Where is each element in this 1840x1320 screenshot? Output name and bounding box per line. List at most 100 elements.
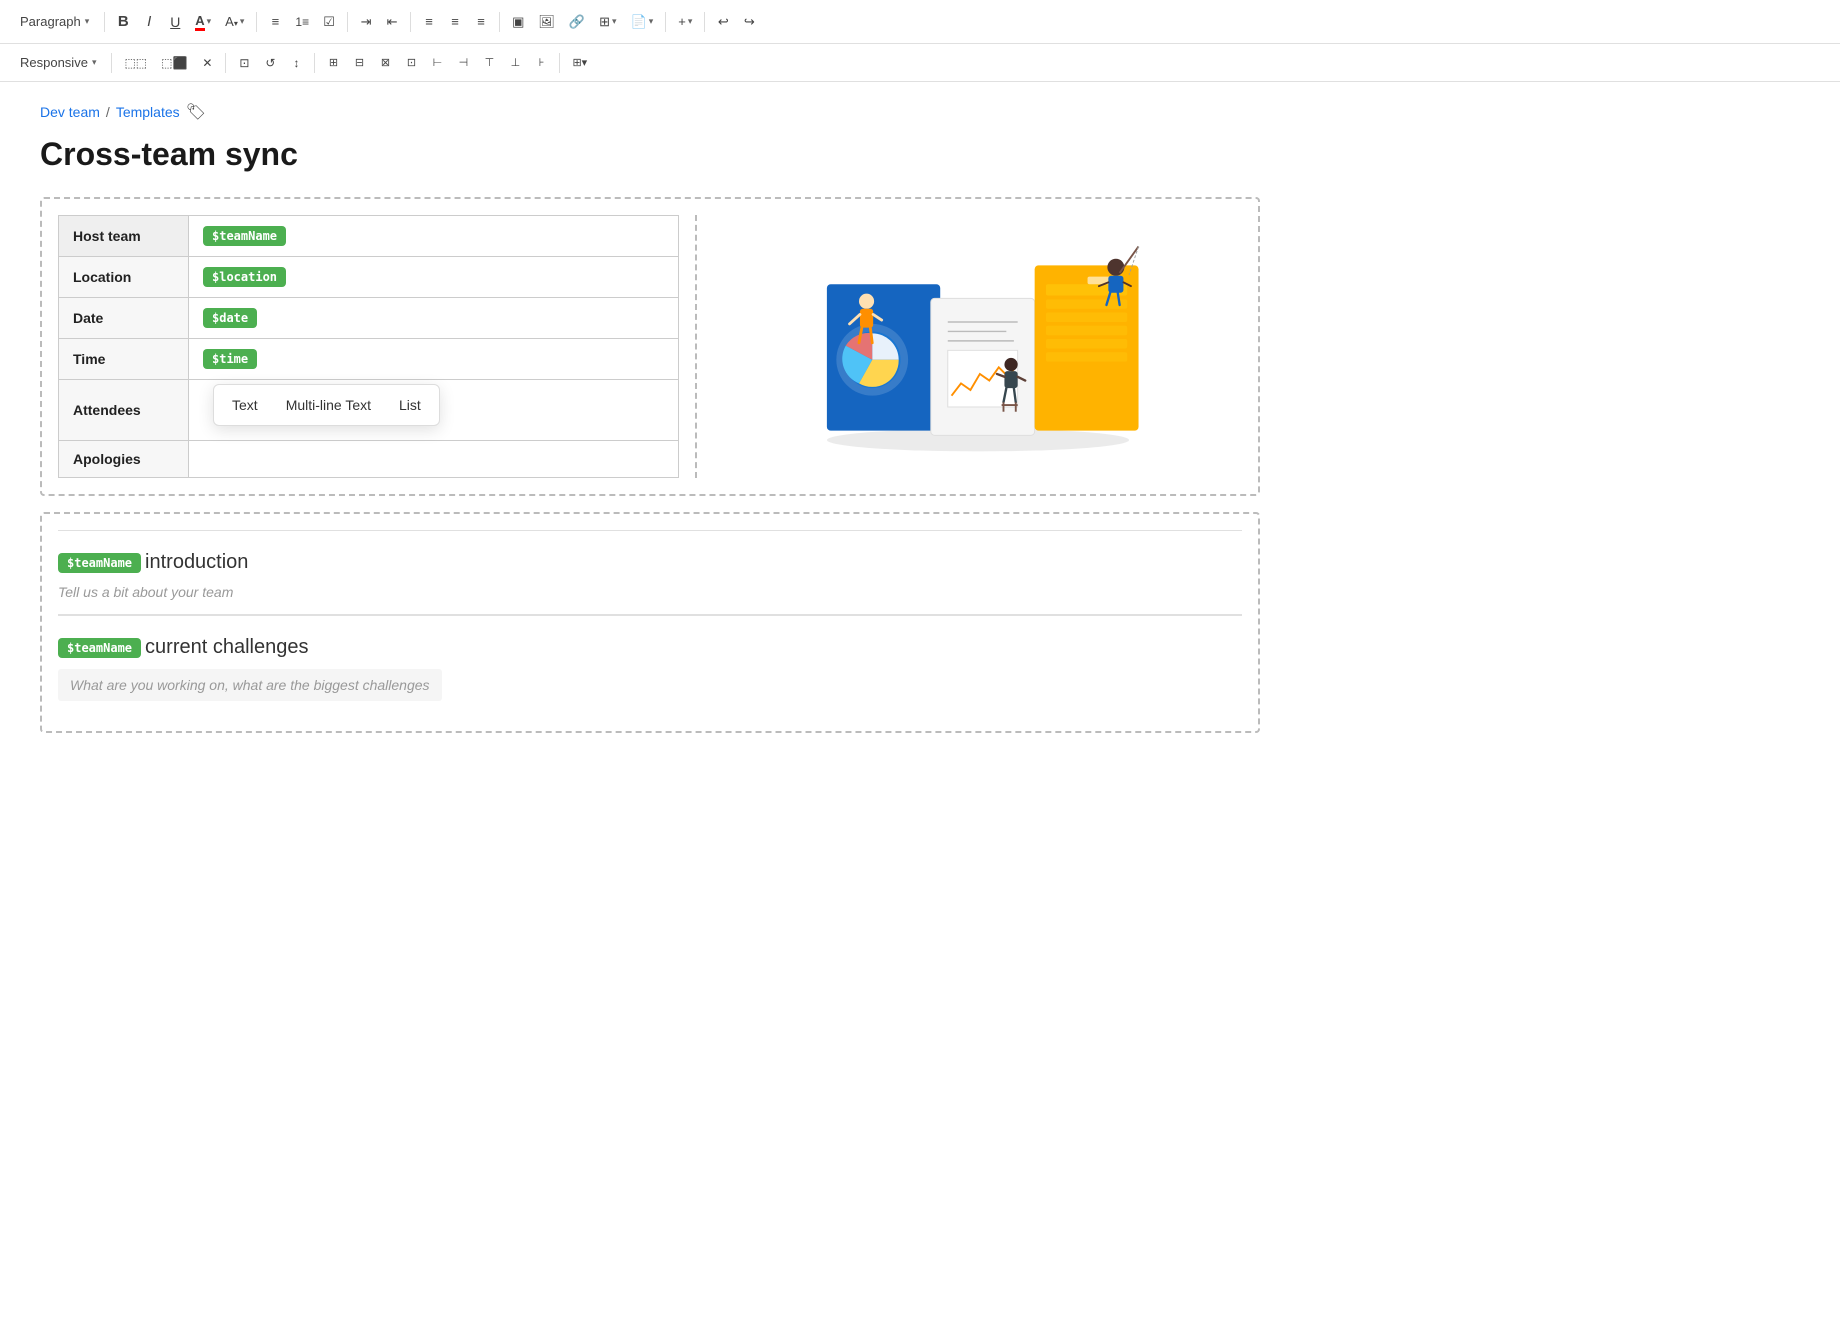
col-btn-3[interactable]: ⊠ — [374, 50, 396, 76]
badge-teamname-1[interactable]: $teamName — [203, 226, 286, 246]
breadcrumb-parent-link[interactable]: Dev team — [40, 104, 100, 120]
highlight-chevron: ▾ — [240, 16, 245, 27]
align-center-icon: ≡ — [451, 14, 459, 29]
breadcrumb: Dev team / Templates 🏷 — [40, 102, 1260, 122]
col-icon-1: ⊞ — [329, 56, 338, 69]
col-btn-5[interactable]: ⊢ — [426, 50, 448, 76]
illustration — [808, 237, 1148, 457]
table-value-date[interactable]: $date — [189, 298, 679, 339]
table-value-time[interactable]: $time — [189, 339, 679, 380]
italic-button[interactable]: I — [138, 9, 160, 35]
table-button[interactable]: ⊞ ▾ — [594, 9, 621, 35]
font-color-icon: A — [195, 13, 204, 31]
bullet-list-icon: ≡ — [272, 14, 280, 29]
table-label-time: Time — [59, 339, 189, 380]
col-icon-6: ⊣ — [459, 56, 469, 69]
divider-1 — [104, 12, 105, 32]
block-quote-button[interactable]: ▣ — [507, 9, 529, 35]
insert-button[interactable]: + ▾ — [673, 9, 697, 35]
info-table: Host team $teamName Location $location — [58, 215, 679, 478]
table-value-hostteam[interactable]: $teamName — [189, 216, 679, 257]
challenges-placeholder[interactable]: What are you working on, what are the bi… — [58, 669, 442, 701]
bold-button[interactable]: B — [112, 9, 134, 35]
paragraph-select[interactable]: Paragraph ▾ — [12, 9, 97, 35]
responsive-label: Responsive — [20, 55, 88, 70]
badge-teamname-intro[interactable]: $teamName — [58, 553, 141, 573]
redo-button[interactable]: ↪ — [738, 9, 760, 35]
breadcrumb-current-link[interactable]: Templates — [116, 104, 180, 120]
indent-increase-button[interactable]: ⇥ — [355, 9, 377, 35]
divider-5 — [499, 12, 500, 32]
bullet-list-button[interactable]: ≡ — [264, 9, 286, 35]
layout-btn-3[interactable]: ✕ — [196, 50, 218, 76]
layout-btn-2[interactable]: ⬚⬛ — [156, 50, 192, 76]
more-options-icon: ⊞▾ — [572, 56, 587, 69]
more-options-btn[interactable]: ⊞▾ — [567, 50, 592, 76]
layout-icon-6: ↕ — [293, 56, 299, 70]
table-chevron: ▾ — [612, 16, 617, 27]
intro-title-suffix: introduction — [145, 551, 248, 574]
intro-placeholder[interactable]: Tell us a bit about your team — [58, 584, 1242, 600]
table-value-apologies[interactable] — [189, 441, 679, 478]
numbered-list-icon: 1≡ — [295, 15, 309, 29]
table-label-attendees: Attendees — [59, 380, 189, 441]
popup-item-list[interactable]: List — [385, 391, 435, 419]
col-btn-8[interactable]: ⊥ — [504, 50, 526, 76]
toolbar-top: Paragraph ▾ B I U A ▾ A▾ ▾ ≡ 1≡ ☑ ⇥ ⇤ ≡ … — [0, 0, 1840, 44]
intro-header: $teamName introduction — [58, 551, 1242, 574]
table-icon: ⊞ — [599, 14, 610, 30]
paragraph-label: Paragraph — [20, 14, 81, 29]
badge-time[interactable]: $time — [203, 349, 257, 369]
align-center-button[interactable]: ≡ — [444, 9, 466, 35]
layout-btn-6[interactable]: ↕ — [285, 50, 307, 76]
layout-icon-4: ⊡ — [239, 56, 249, 70]
popup-item-multiline[interactable]: Multi-line Text — [272, 391, 385, 419]
col-btn-7[interactable]: ⊤ — [478, 50, 500, 76]
badge-location[interactable]: $location — [203, 267, 286, 287]
badge-date[interactable]: $date — [203, 308, 257, 328]
highlight-icon: A▾ — [225, 14, 238, 29]
underline-button[interactable]: U — [164, 9, 186, 35]
image-button[interactable]: 🖼 — [533, 9, 560, 35]
col-btn-6[interactable]: ⊣ — [452, 50, 474, 76]
col-btn-2[interactable]: ⊟ — [348, 50, 370, 76]
align-left-button[interactable]: ≡ — [418, 9, 440, 35]
checklist-button[interactable]: ☑ — [318, 9, 340, 35]
highlight-button[interactable]: A▾ ▾ — [220, 9, 249, 35]
layout-btn-5[interactable]: ↺ — [259, 50, 281, 76]
link-icon: 🔗 — [569, 14, 585, 30]
insert-icon: + — [678, 14, 686, 29]
align-left-icon: ≡ — [425, 14, 433, 29]
table-value-attendees[interactable]: Text Multi-line Text List — [189, 380, 679, 441]
divider-r3 — [314, 53, 315, 73]
popup-menu: Text Multi-line Text List — [213, 384, 440, 426]
link-button[interactable]: 🔗 — [564, 9, 590, 35]
col-btn-4[interactable]: ⊡ — [400, 50, 422, 76]
layout-btn-4[interactable]: ⊡ — [233, 50, 255, 76]
divider-7 — [704, 12, 705, 32]
embed-button[interactable]: 📄 ▾ — [626, 9, 659, 35]
indent-decrease-button[interactable]: ⇤ — [381, 9, 403, 35]
tag-icon[interactable]: 🏷 — [186, 102, 206, 122]
col-icon-5: ⊢ — [433, 56, 443, 69]
font-color-button[interactable]: A ▾ — [190, 9, 216, 35]
badge-teamname-challenges[interactable]: $teamName — [58, 638, 141, 658]
table-row: Location $location — [59, 257, 679, 298]
table-label-hostteam: Host team — [59, 216, 189, 257]
col-btn-9[interactable]: ⊦ — [530, 50, 552, 76]
left-column: Host team $teamName Location $location — [58, 215, 697, 478]
divider-r1 — [111, 53, 112, 73]
popup-item-text[interactable]: Text — [218, 391, 272, 419]
align-right-button[interactable]: ≡ — [470, 9, 492, 35]
col-btn-1[interactable]: ⊞ — [322, 50, 344, 76]
col-icon-2: ⊟ — [355, 56, 364, 69]
layout-btn-1[interactable]: ⬚⬚ — [119, 50, 152, 76]
numbered-list-button[interactable]: 1≡ — [290, 9, 314, 35]
responsive-select[interactable]: Responsive ▾ — [12, 50, 104, 76]
table-value-location[interactable]: $location — [189, 257, 679, 298]
table-row-attendees: Attendees Text Multi-line Text List — [59, 380, 679, 441]
content-area: Dev team / Templates 🏷 Cross-team sync H… — [0, 82, 1300, 789]
align-right-icon: ≡ — [477, 14, 485, 29]
undo-button[interactable]: ↩ — [712, 9, 734, 35]
insert-chevron: ▾ — [688, 16, 693, 27]
